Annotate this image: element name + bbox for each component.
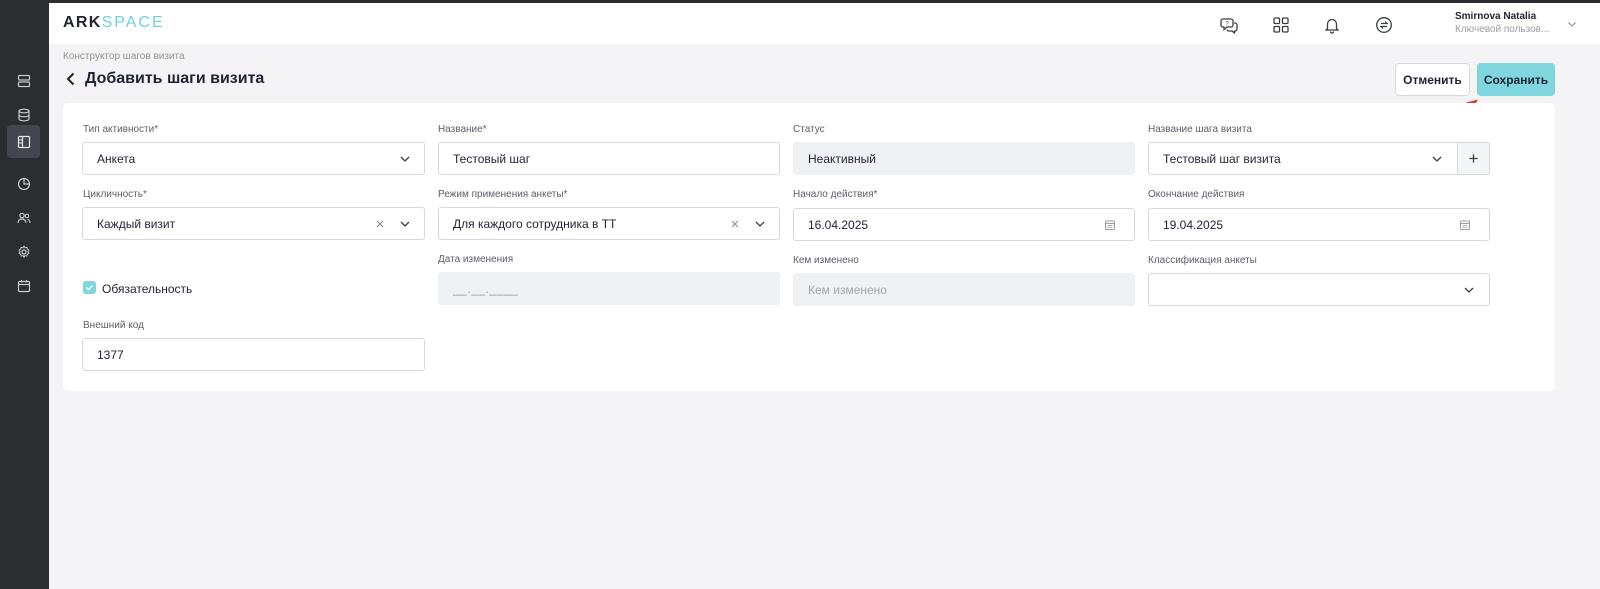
plus-icon <box>1469 154 1478 163</box>
save-button[interactable]: Сохранить <box>1477 63 1555 96</box>
chevron-down-icon <box>399 153 411 165</box>
sidebar-item-settings[interactable] <box>7 235 40 268</box>
calendar-icon <box>17 279 30 292</box>
layout-icon <box>17 135 30 148</box>
cancel-button[interactable]: Отменить <box>1395 63 1470 96</box>
start-date-label: Начало действия* <box>793 189 878 200</box>
chevron-down-icon <box>754 218 766 230</box>
name-value: Тестовый шаг <box>453 151 531 166</box>
add-step-name-button[interactable] <box>1457 142 1490 175</box>
page-title: Добавить шаги визита <box>85 70 265 87</box>
calendar-icon[interactable] <box>1104 219 1116 231</box>
pie-chart-icon <box>17 177 30 190</box>
mandatory-label[interactable]: Обязательность <box>102 282 192 296</box>
app-logo[interactable]: ARKSPACE <box>63 14 165 32</box>
chevron-down-icon <box>1431 153 1443 165</box>
end-date-input[interactable]: 19.04.2025 <box>1148 208 1490 241</box>
server-icon <box>17 74 30 87</box>
name-label: Название* <box>438 124 487 135</box>
checkmark-icon <box>86 285 93 291</box>
sidebar-item-calendar[interactable] <box>7 269 40 302</box>
changed-by-label: Кем изменено <box>793 255 859 266</box>
notifications-button[interactable] <box>1322 15 1341 34</box>
change-date-field: __.__.____ <box>438 272 780 305</box>
cyclicity-label: Цикличность* <box>83 189 147 200</box>
change-date-label: Дата изменения <box>438 254 514 265</box>
changed-by-field: Кем изменено <box>793 273 1135 306</box>
apps-grid-button[interactable] <box>1271 15 1290 34</box>
back-arrow-icon[interactable] <box>64 71 78 87</box>
support-chat-button[interactable]: ? <box>1219 15 1238 34</box>
apps-grid-icon <box>1272 16 1289 33</box>
change-date-mask: __.__.____ <box>453 281 519 296</box>
external-code-input[interactable]: 1377 <box>82 338 425 371</box>
sync-icon <box>1375 16 1392 33</box>
activity-type-select[interactable]: Анкета <box>82 142 425 175</box>
chevron-down-icon <box>399 218 411 230</box>
sidebar-item-constructor[interactable] <box>7 125 40 158</box>
apply-mode-value: Для каждого сотрудника в ТТ <box>453 216 617 231</box>
users-icon <box>16 212 31 223</box>
top-bar: ARKSPACE ? Smirnova Natalia Ключевой пол… <box>49 3 1600 44</box>
status-field: Неактивный <box>793 142 1135 175</box>
calendar-icon[interactable] <box>1459 219 1471 231</box>
end-date-value: 19.04.2025 <box>1163 217 1224 232</box>
status-label: Статус <box>793 124 825 135</box>
activity-type-value: Анкета <box>97 151 136 166</box>
classification-label: Классификация анкеты <box>1148 255 1257 266</box>
step-name-value: Тестовый шаг визита <box>1163 151 1281 166</box>
cyclicity-value: Каждый визит <box>97 216 176 231</box>
apply-mode-label: Режим применения анкеты* <box>438 189 568 200</box>
chevron-down-icon[interactable] <box>1566 18 1578 30</box>
bell-icon <box>1323 18 1340 34</box>
support-chat-icon: ? <box>1219 17 1238 34</box>
sidebar-item-servers[interactable] <box>7 64 40 97</box>
cyclicity-select[interactable]: Каждый визит <box>82 207 425 240</box>
changed-by-placeholder: Кем изменено <box>808 282 887 297</box>
external-code-value: 1377 <box>97 347 124 362</box>
sidebar-item-reports[interactable] <box>7 167 40 200</box>
step-name-label: Название шага визита <box>1148 124 1252 135</box>
start-date-value: 16.04.2025 <box>808 217 869 232</box>
apply-mode-select[interactable]: Для каждого сотрудника в ТТ <box>438 207 780 240</box>
classification-select[interactable] <box>1148 273 1490 306</box>
user-role: Ключевой пользов... <box>1455 24 1550 35</box>
sidebar <box>0 3 49 589</box>
status-value: Неактивный <box>808 151 876 166</box>
sidebar-item-users[interactable] <box>7 201 40 234</box>
external-code-label: Внешний код <box>83 320 144 331</box>
chevron-down-icon <box>1463 284 1475 296</box>
activity-type-label: Тип активности* <box>83 124 159 135</box>
gear-icon <box>17 244 30 258</box>
user-name[interactable]: Smirnova Natalia <box>1455 11 1536 22</box>
clear-icon[interactable] <box>729 218 741 230</box>
name-input[interactable]: Тестовый шаг <box>438 142 780 175</box>
database-icon <box>17 108 30 121</box>
mandatory-checkbox[interactable] <box>83 281 96 294</box>
end-date-label: Окончание действия <box>1148 189 1245 200</box>
breadcrumb[interactable]: Конструктор шагов визита <box>63 51 185 62</box>
clear-icon[interactable] <box>374 218 386 230</box>
step-name-select[interactable]: Тестовый шаг визита <box>1148 142 1458 175</box>
sync-button[interactable] <box>1374 15 1393 34</box>
start-date-input[interactable]: 16.04.2025 <box>793 208 1135 241</box>
